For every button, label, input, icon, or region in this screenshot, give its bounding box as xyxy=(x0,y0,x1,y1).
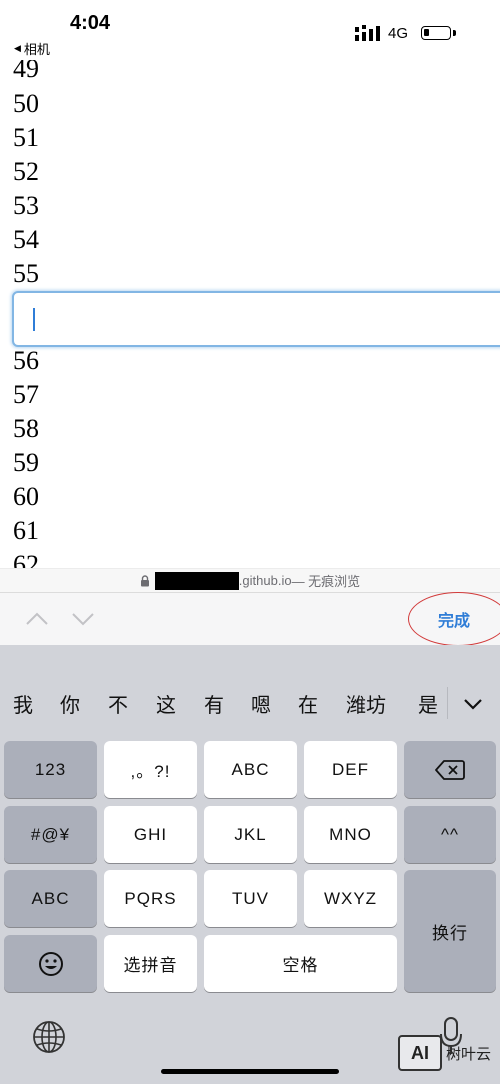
line-number: 62 xyxy=(13,550,39,568)
line-number: 53 xyxy=(13,191,39,220)
line-number: 58 xyxy=(13,414,39,443)
network-type: 4G xyxy=(388,25,409,42)
private-mode-label: — 无痕浏览 xyxy=(291,574,361,589)
candidate-word[interactable]: 潍坊 xyxy=(346,689,386,718)
text-caret xyxy=(33,308,35,331)
key-wxyz[interactable]: WXYZ xyxy=(304,870,397,927)
line-number: 56 xyxy=(13,346,39,375)
select-pinyin-key[interactable]: 选拼音 xyxy=(104,935,197,992)
status-bar: 4:04 ◀ 相机 4G xyxy=(0,0,500,60)
backspace-icon xyxy=(435,759,465,780)
key-def[interactable]: DEF xyxy=(304,741,397,798)
globe-icon[interactable] xyxy=(31,1019,67,1055)
candidate-word[interactable]: 嗯 xyxy=(251,689,271,718)
candidate-divider xyxy=(447,687,448,719)
url-domain-suffix: .github.io xyxy=(238,573,292,588)
line-number: 52 xyxy=(13,157,39,186)
back-app-label: 相机 xyxy=(23,42,50,57)
line-number: 51 xyxy=(13,123,39,152)
battery-icon xyxy=(421,26,451,40)
previous-field-chevron-up-icon[interactable] xyxy=(24,607,50,631)
status-time: 4:04 xyxy=(70,12,111,34)
candidate-bar: 我 你 不 这 有 嗯 在 潍坊 是 xyxy=(0,681,500,725)
candidate-word[interactable]: 是 xyxy=(418,689,438,718)
key-pqrs[interactable]: PQRS xyxy=(104,870,197,927)
expand-candidates-chevron-down-icon[interactable] xyxy=(462,696,484,712)
line-number: 49 xyxy=(13,60,39,83)
emoji-key[interactable] xyxy=(4,935,97,992)
watermark-text: 树叶云 xyxy=(446,1044,492,1063)
key-ghi[interactable]: GHI xyxy=(104,806,197,863)
line-number: 57 xyxy=(13,380,39,409)
watermark: AI 树叶云 xyxy=(398,1035,491,1071)
candidate-word[interactable]: 不 xyxy=(108,689,128,718)
line-number: 59 xyxy=(13,448,39,477)
cellular-signal-icon xyxy=(355,25,380,41)
home-indicator[interactable] xyxy=(161,1069,339,1074)
emoji-icon xyxy=(38,951,63,976)
candidate-word[interactable]: 我 xyxy=(13,689,33,718)
key-punctuation[interactable]: ,。?! xyxy=(104,741,197,798)
key-mno[interactable]: MNO xyxy=(304,806,397,863)
url-bar[interactable]: .github.io — 无痕浏览 xyxy=(0,568,500,592)
key-tuv[interactable]: TUV xyxy=(204,870,297,927)
lock-icon xyxy=(140,574,149,586)
key-123[interactable]: 123 xyxy=(4,741,97,798)
key-emoticon[interactable]: ^^ xyxy=(404,806,496,863)
candidate-word[interactable]: 在 xyxy=(298,689,318,718)
line-number: 61 xyxy=(13,516,39,545)
back-triangle-icon: ◀ xyxy=(14,43,21,53)
line-number: 50 xyxy=(13,89,39,118)
space-key[interactable]: 空格 xyxy=(204,935,397,992)
key-symbols[interactable]: #@¥ xyxy=(4,806,97,863)
battery-tip xyxy=(453,30,456,36)
return-key[interactable]: 换行 xyxy=(404,870,496,992)
key-jkl[interactable]: JKL xyxy=(204,806,297,863)
done-button[interactable]: 完成 xyxy=(408,592,500,646)
line-number: 54 xyxy=(13,225,39,254)
line-number: 60 xyxy=(13,482,39,511)
candidate-word[interactable]: 你 xyxy=(60,689,80,718)
web-content: 49 50 51 52 53 54 55 56 57 58 59 60 61 6… xyxy=(0,60,500,568)
next-field-chevron-down-icon[interactable] xyxy=(70,607,96,631)
redacted-domain xyxy=(154,571,239,590)
candidate-word[interactable]: 有 xyxy=(204,689,224,718)
delete-key[interactable] xyxy=(404,741,496,798)
watermark-logo: AI xyxy=(398,1035,442,1071)
line-number: 55 xyxy=(13,259,39,288)
key-abc-switch[interactable]: ABC xyxy=(4,870,97,927)
text-input-field[interactable] xyxy=(12,291,500,347)
back-to-app-link[interactable]: ◀ 相机 xyxy=(14,39,50,58)
key-abc[interactable]: ABC xyxy=(204,741,297,798)
candidate-word[interactable]: 这 xyxy=(156,689,176,718)
